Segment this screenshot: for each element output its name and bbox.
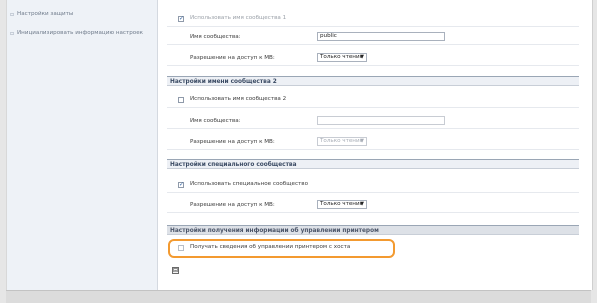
special-access-value: Только чтение [320, 201, 364, 207]
community2-name-input[interactable] [317, 116, 445, 125]
special-use-checkbox[interactable] [178, 181, 184, 188]
bullet-icon: ▫ [10, 30, 15, 37]
community2-access-value: Только чтение [320, 138, 364, 144]
community1-access-row: Разрешение на доступ к МВ: Только чтение… [167, 51, 579, 66]
special-use-row: Использовать специальное сообщество [167, 178, 579, 193]
special-access-select[interactable]: Только чтение ▼ [317, 200, 367, 209]
sidebar: ▫ Настройки защиты ▫ Инициализировать ин… [7, 0, 158, 290]
community1-access-value: Только чтение [320, 54, 364, 60]
community1-use-row: Использовать имя сообщества 1 [167, 12, 579, 27]
community2-section-header: Настройки имени сообщества 2 [167, 76, 579, 86]
sidebar-item-label: Инициализировать информацию настроек [17, 30, 144, 36]
sidebar-item-initialize-settings[interactable]: ▫ Инициализировать информацию настроек [10, 29, 149, 37]
community1-name-input[interactable]: public [317, 32, 445, 41]
sidebar-item-label: Настройки защиты [17, 11, 74, 17]
main-content: Использовать имя сообщества 1 Имя сообще… [164, 0, 580, 290]
community2-access-select[interactable]: Только чтение ▼ [317, 137, 367, 146]
collapse-icon[interactable]: ⊟ [172, 267, 179, 274]
bullet-icon: ▫ [10, 11, 15, 18]
community1-use-label: Использовать имя сообщества 1 [190, 15, 287, 21]
highlight-outline [168, 239, 395, 258]
community2-name-row: Имя сообщества: [167, 114, 579, 129]
community2-name-label: Имя сообщества: [190, 118, 241, 124]
special-section-header: Настройки специального сообщества [167, 159, 579, 169]
community2-use-checkbox[interactable] [178, 97, 184, 103]
bottom-bar [6, 290, 591, 303]
community2-use-label: Использовать имя сообщества 2 [190, 96, 287, 102]
chevron-down-icon: ▼ [360, 138, 364, 144]
community2-access-label: Разрешение на доступ к МВ: [190, 139, 275, 145]
sidebar-item-security-settings[interactable]: ▫ Настройки защиты [10, 10, 149, 18]
special-access-row: Разрешение на доступ к МВ: Только чтение… [167, 198, 579, 213]
community1-access-label: Разрешение на доступ к МВ: [190, 55, 275, 61]
chevron-down-icon: ▼ [360, 54, 364, 60]
community2-use-row: Использовать имя сообщества 2 [167, 93, 579, 108]
community1-name-row: Имя сообщества: public [167, 30, 579, 45]
special-access-label: Разрешение на доступ к МВ: [190, 202, 275, 208]
printer-mgmt-section-header: Настройки получения информации об управл… [167, 225, 579, 235]
community2-access-row: Разрешение на доступ к МВ: Только чтение… [167, 135, 579, 150]
chevron-down-icon: ▼ [360, 201, 364, 207]
community1-name-label: Имя сообщества: [190, 34, 241, 40]
community1-use-checkbox[interactable] [178, 15, 184, 22]
special-use-label: Использовать специальное сообщество [190, 181, 309, 187]
community1-access-select[interactable]: Только чтение ▼ [317, 53, 367, 62]
